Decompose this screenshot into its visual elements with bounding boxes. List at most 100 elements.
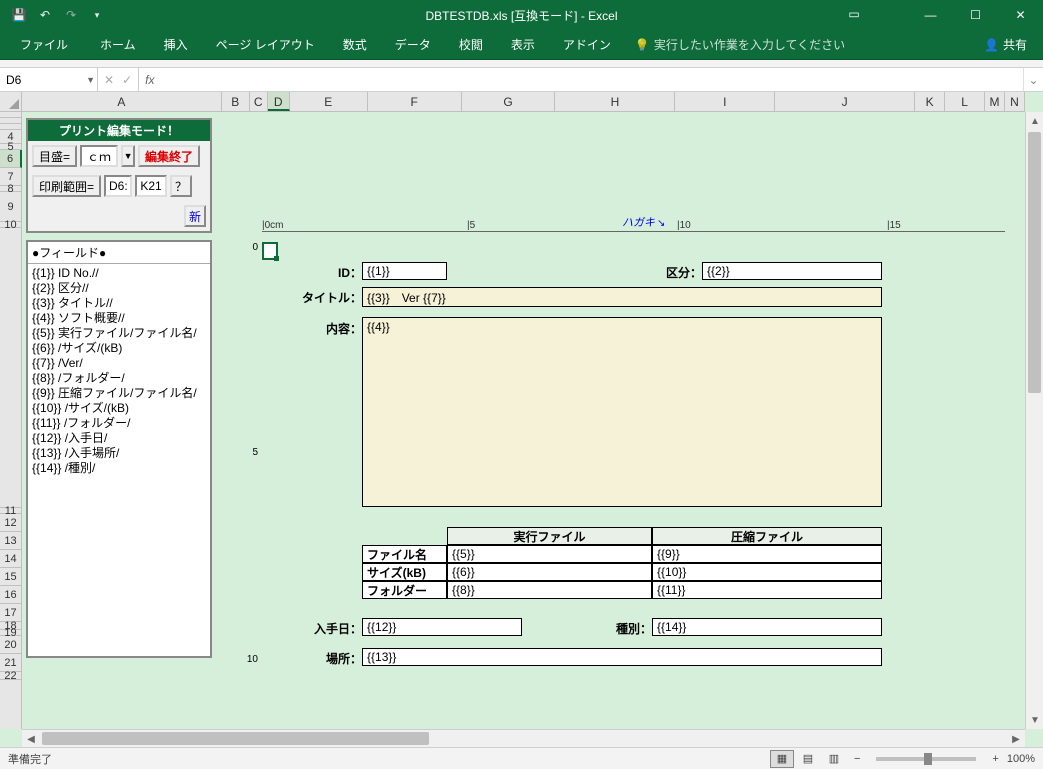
column-header[interactable]: G — [462, 92, 556, 111]
formula-input[interactable] — [160, 68, 1023, 91]
unit-select[interactable]: ｃｍ — [80, 145, 118, 167]
column-header[interactable]: N — [1005, 92, 1025, 111]
row-header[interactable]: 13 — [0, 532, 21, 550]
filename-zip[interactable]: {{9}} — [652, 545, 882, 563]
scroll-right-icon[interactable]: ▶ — [1007, 730, 1025, 747]
tell-me-search[interactable]: 💡 実行したい作業を入力してください — [635, 36, 845, 53]
row-header[interactable]: 15 — [0, 568, 21, 586]
column-header[interactable]: I — [675, 92, 775, 111]
undo-icon[interactable]: ↶ — [34, 4, 56, 26]
zoom-slider[interactable] — [876, 757, 976, 761]
folder-exec[interactable]: {{8}} — [447, 581, 652, 599]
ribbon-options-icon[interactable]: ▭ — [840, 0, 868, 28]
scroll-left-icon[interactable]: ◀ — [22, 730, 40, 747]
field-item[interactable]: {{14}} /種別/ — [32, 461, 206, 476]
field-item[interactable]: {{1}} ID No.// — [32, 266, 206, 281]
field-item[interactable]: {{9}} 圧縮ファイル/ファイル名/ — [32, 386, 206, 401]
field-item[interactable]: {{10}} /サイズ/(kB) — [32, 401, 206, 416]
column-header[interactable]: L — [945, 92, 985, 111]
select-all-corner[interactable] — [0, 92, 22, 112]
column-header[interactable]: B — [222, 92, 250, 111]
kubun-value[interactable]: {{2}} — [702, 262, 882, 280]
tab-formulas[interactable]: 数式 — [329, 30, 381, 59]
size-zip[interactable]: {{10}} — [652, 563, 882, 581]
column-header[interactable]: E — [290, 92, 368, 111]
field-item[interactable]: {{6}} /サイズ/(kB) — [32, 341, 206, 356]
row-header[interactable] — [0, 228, 21, 508]
worksheet-grid[interactable]: ABCDEFGHIJKLMN 4567891011121314151617181… — [0, 92, 1043, 747]
column-header[interactable]: D — [268, 92, 290, 111]
scale-label-button[interactable]: 目盛= — [32, 145, 77, 167]
scroll-thumb[interactable] — [1028, 132, 1041, 393]
help-button[interactable]: ？ — [170, 175, 192, 197]
column-headers[interactable]: ABCDEFGHIJKLMN — [22, 92, 1025, 112]
scroll-down-icon[interactable]: ▼ — [1026, 711, 1043, 729]
type-value[interactable]: {{14}} — [652, 618, 882, 636]
column-header[interactable]: K — [915, 92, 945, 111]
tab-file[interactable]: ファイル — [6, 30, 86, 59]
qat-customize-icon[interactable]: ▾ — [86, 4, 108, 26]
field-list[interactable]: {{1}} ID No.//{{2}} 区分//{{3}} タイトル//{{4}… — [28, 264, 210, 478]
row-header[interactable]: 22 — [0, 672, 21, 680]
field-item[interactable]: {{7}} /Ver/ — [32, 356, 206, 371]
filename-exec[interactable]: {{5}} — [447, 545, 652, 563]
tab-addins[interactable]: アドイン — [549, 30, 625, 59]
field-item[interactable]: {{12}} /入手日/ — [32, 431, 206, 446]
scroll-up-icon[interactable]: ▲ — [1026, 112, 1043, 130]
id-value[interactable]: {{1}} — [362, 262, 447, 280]
row-header[interactable]: 20 — [0, 636, 21, 654]
row-header[interactable]: 12 — [0, 514, 21, 532]
horizontal-scrollbar[interactable]: ◀ ▶ — [22, 729, 1025, 747]
date-value[interactable]: {{12}} — [362, 618, 522, 636]
row-header[interactable]: 16 — [0, 586, 21, 604]
range-to-input[interactable]: K21 — [135, 175, 167, 197]
tab-home[interactable]: ホーム — [86, 30, 150, 59]
folder-zip[interactable]: {{11}} — [652, 581, 882, 599]
maximize-icon[interactable]: ☐ — [953, 0, 998, 30]
tab-page-layout[interactable]: ページ レイアウト — [202, 30, 329, 59]
close-icon[interactable]: ✕ — [998, 0, 1043, 30]
column-header[interactable]: J — [775, 92, 915, 111]
size-exec[interactable]: {{6}} — [447, 563, 652, 581]
zoom-level[interactable]: 100% — [1007, 753, 1035, 765]
zoom-out-icon[interactable]: − — [854, 753, 860, 765]
title-value[interactable]: {{3}} Ver {{7}} — [362, 287, 882, 307]
column-header[interactable]: A — [22, 92, 222, 111]
field-item[interactable]: {{2}} 区分// — [32, 281, 206, 296]
unit-dropdown-icon[interactable]: ▼ — [121, 145, 135, 167]
view-normal-icon[interactable]: ▦ — [770, 750, 794, 768]
row-header[interactable]: 6 — [0, 150, 22, 168]
expand-formula-icon[interactable]: ⌄ — [1023, 68, 1043, 91]
row-header[interactable]: 9 — [0, 192, 21, 222]
field-item[interactable]: {{4}} ソフト概要// — [32, 311, 206, 326]
column-header[interactable]: C — [250, 92, 268, 111]
tab-view[interactable]: 表示 — [497, 30, 549, 59]
save-icon[interactable]: 💾 — [8, 4, 30, 26]
redo-icon[interactable]: ↷ — [60, 4, 82, 26]
row-headers[interactable]: 45678910111213141516171819202122 — [0, 112, 22, 729]
new-button[interactable]: 新 — [184, 205, 206, 227]
fx-icon[interactable]: fx — [139, 68, 160, 91]
content-value[interactable]: {{4}} — [362, 317, 882, 507]
share-button[interactable]: 👤 共有 — [984, 36, 1037, 53]
field-item[interactable]: {{3}} タイトル// — [32, 296, 206, 311]
print-range-button[interactable]: 印刷範囲= — [32, 175, 101, 197]
cancel-formula-icon[interactable]: ✕ — [104, 73, 114, 87]
column-header[interactable]: F — [368, 92, 462, 111]
field-item[interactable]: {{13}} /入手場所/ — [32, 446, 206, 461]
tab-review[interactable]: 校閲 — [445, 30, 497, 59]
column-header[interactable]: H — [555, 92, 675, 111]
tab-insert[interactable]: 挿入 — [150, 30, 202, 59]
field-item[interactable]: {{5}} 実行ファイル/ファイル名/ — [32, 326, 206, 341]
place-value[interactable]: {{13}} — [362, 648, 882, 666]
field-item[interactable]: {{8}} /フォルダー/ — [32, 371, 206, 386]
view-page-layout-icon[interactable]: ▤ — [796, 750, 820, 768]
scroll-thumb[interactable] — [42, 732, 429, 745]
tab-data[interactable]: データ — [381, 30, 445, 59]
vertical-scrollbar[interactable]: ▲ ▼ — [1025, 112, 1043, 729]
chevron-down-icon[interactable]: ▼ — [86, 75, 95, 85]
sheet-content[interactable]: プリント編集モード！ 目盛= ｃｍ ▼ 編集終了 印刷範囲= D6: K21 ？… — [22, 112, 1025, 729]
column-header[interactable]: M — [985, 92, 1005, 111]
row-header[interactable]: 14 — [0, 550, 21, 568]
name-box[interactable]: D6 ▼ — [0, 68, 98, 91]
